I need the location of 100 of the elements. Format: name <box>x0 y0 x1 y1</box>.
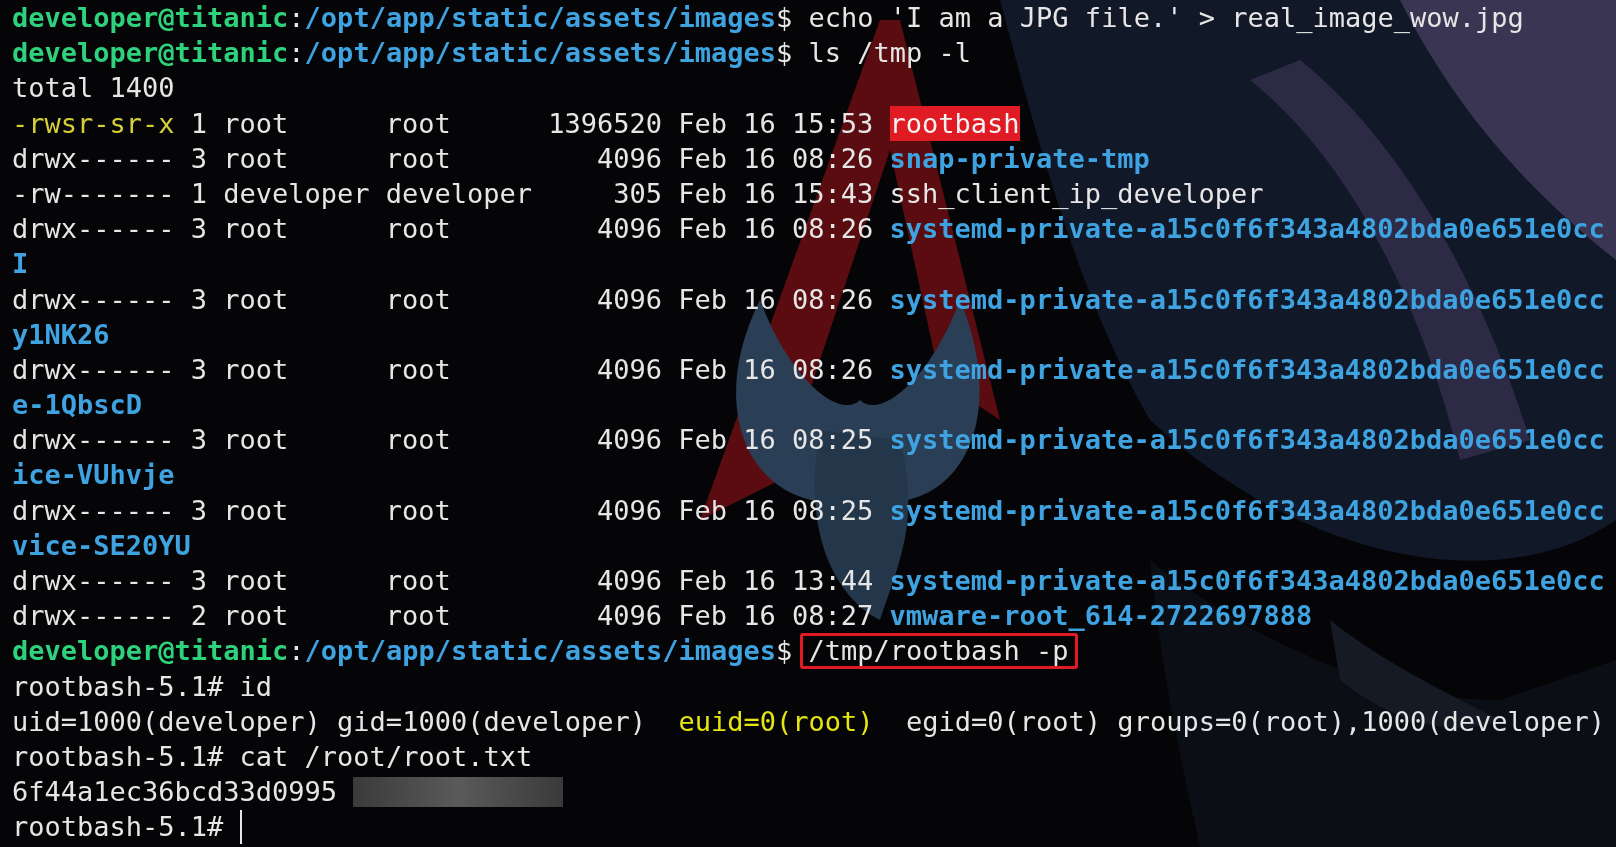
file-date: Feb 16 08:26 <box>678 282 874 317</box>
prompt-separator: : <box>288 36 305 71</box>
link-count: 1 <box>190 176 207 211</box>
file-name: ice-VUhvje <box>12 458 175 493</box>
prompt-symbol: $ <box>776 1 793 35</box>
command-text: ls /tmp -l <box>808 37 972 68</box>
file-name: I <box>12 247 29 282</box>
file-date: Feb 16 08:25 <box>678 423 874 458</box>
file-owner: root <box>223 493 290 528</box>
file-owner: root <box>223 599 290 634</box>
shell-prompt: rootbash-5.1# <box>12 669 224 704</box>
file-name: systemd-private-a15c0f6f343a4802bda0e651e0cc <box>889 212 1605 247</box>
file-permissions: drwx------ <box>12 141 175 176</box>
file-group: root <box>385 351 532 388</box>
command-text: id <box>239 669 273 704</box>
file-name: snap-private-tmp <box>889 141 1150 176</box>
link-count: 3 <box>190 564 207 598</box>
file-date: Feb 16 13:44 <box>678 564 874 598</box>
file-group: root <box>385 422 532 458</box>
file-owner: root <box>223 106 290 141</box>
file-group: root <box>385 211 532 247</box>
file-size: 4096 <box>595 282 662 317</box>
output-text: uid=1000(developer) gid=1000(developer) <box>12 704 647 739</box>
file-name: e-1QbscD <box>12 388 143 423</box>
file-date: Feb 16 08:26 <box>678 352 874 387</box>
file-name: ssh_client_ip_developer <box>889 176 1264 211</box>
file-permissions: drwx------ <box>12 493 175 528</box>
command-text: cat /root/root.txt <box>239 739 533 774</box>
file-date: Feb 16 08:27 <box>678 599 874 634</box>
file-permissions: drwx------ <box>12 212 175 247</box>
file-name: systemd-private-a15c0f6f343a4802bda0e651e0cc <box>889 493 1605 528</box>
command-text: /tmp/rootbash -p <box>799 632 1078 669</box>
prompt-user-host: developer@titanic <box>12 36 289 71</box>
file-name: vmware-root_614-2722697888 <box>889 599 1313 634</box>
file-name: systemd-private-a15c0f6f343a4802bda0e651e0cc <box>889 423 1605 458</box>
link-count: 3 <box>190 493 207 528</box>
file-permissions: drwx------ <box>12 599 175 634</box>
file-owner: root <box>223 282 290 317</box>
file-size: 4096 <box>595 141 662 176</box>
shell-prompt: rootbash-5.1# <box>12 739 224 774</box>
link-count: 3 <box>190 141 207 176</box>
file-permissions: drwx------ <box>12 282 175 317</box>
file-size: 305 <box>612 176 662 211</box>
file-size: 4096 <box>595 599 662 634</box>
output-text: 6f44a1ec36bcd33d0995 <box>12 775 338 810</box>
link-count: 3 <box>190 423 207 458</box>
link-count: 2 <box>190 599 207 634</box>
file-permissions: -rw------- <box>12 176 175 211</box>
file-owner: root <box>223 564 290 598</box>
prompt-user-host: developer@titanic <box>12 634 289 669</box>
link-count: 1 <box>190 106 207 141</box>
command-text: echo 'I am a JPG file.' > real_image_wow.jpg <box>808 2 1524 33</box>
output-text: egid=0(root) groups=0(root),1000(developer) <box>905 704 1606 739</box>
file-size: 4096 <box>595 493 662 528</box>
file-name: systemd-private-a15c0f6f343a4802bda0e651e0cc <box>889 282 1605 317</box>
prompt-user-host: developer@titanic <box>12 1 289 35</box>
file-name: y1NK26 <box>12 317 110 352</box>
file-group: developer <box>385 175 532 212</box>
file-date: Feb 16 15:53 <box>678 106 874 141</box>
file-permissions: drwx------ <box>12 352 175 387</box>
file-size: 4096 <box>595 564 662 598</box>
file-name: systemd-private-a15c0f6f343a4802bda0e651e0cc <box>889 352 1605 387</box>
file-owner: root <box>223 212 290 247</box>
prompt-separator: : <box>288 1 305 35</box>
file-date: Feb 16 08:25 <box>678 493 874 528</box>
file-permissions: -rwsr-sr-x <box>12 106 175 141</box>
prompt-path: /opt/app/static/assets/images <box>304 634 776 669</box>
file-size: 4096 <box>595 423 662 458</box>
file-group: root <box>385 598 532 634</box>
prompt-path: /opt/app/static/assets/images <box>304 1 776 35</box>
file-group: root <box>385 140 532 176</box>
file-group: root <box>385 492 532 528</box>
file-group: root <box>385 281 532 317</box>
file-owner: developer <box>223 176 370 211</box>
file-size: 4096 <box>595 352 662 387</box>
file-name: vice-SE20YU <box>12 528 191 563</box>
prompt-symbol: $ <box>776 36 793 71</box>
file-date: Feb 16 08:26 <box>678 141 874 176</box>
file-date: Feb 16 15:43 <box>678 176 874 211</box>
file-group: root <box>385 105 532 141</box>
file-size: 1396520 <box>548 106 662 141</box>
shell-prompt: rootbash-5.1# <box>12 810 224 845</box>
file-owner: root <box>223 423 290 458</box>
output-text: euid=0(root) <box>678 704 874 739</box>
file-size: 4096 <box>595 212 662 247</box>
prompt-path: /opt/app/static/assets/images <box>304 36 776 71</box>
file-name: systemd-private-a15c0f6f343a4802bda0e651e0cc <box>889 564 1605 598</box>
file-date: Feb 16 08:26 <box>678 212 874 247</box>
link-count: 3 <box>190 212 207 247</box>
link-count: 3 <box>190 352 207 387</box>
prompt-separator: : <box>288 634 305 669</box>
file-owner: root <box>223 352 290 387</box>
output-text: total 1400 <box>12 71 175 106</box>
link-count: 3 <box>190 282 207 317</box>
file-owner: root <box>223 141 290 176</box>
file-permissions: drwx------ <box>12 564 175 598</box>
file-permissions: drwx------ <box>12 423 175 458</box>
prompt-symbol: $ <box>776 634 793 669</box>
file-name: rootbash <box>889 105 1020 141</box>
file-group: root <box>385 563 532 599</box>
